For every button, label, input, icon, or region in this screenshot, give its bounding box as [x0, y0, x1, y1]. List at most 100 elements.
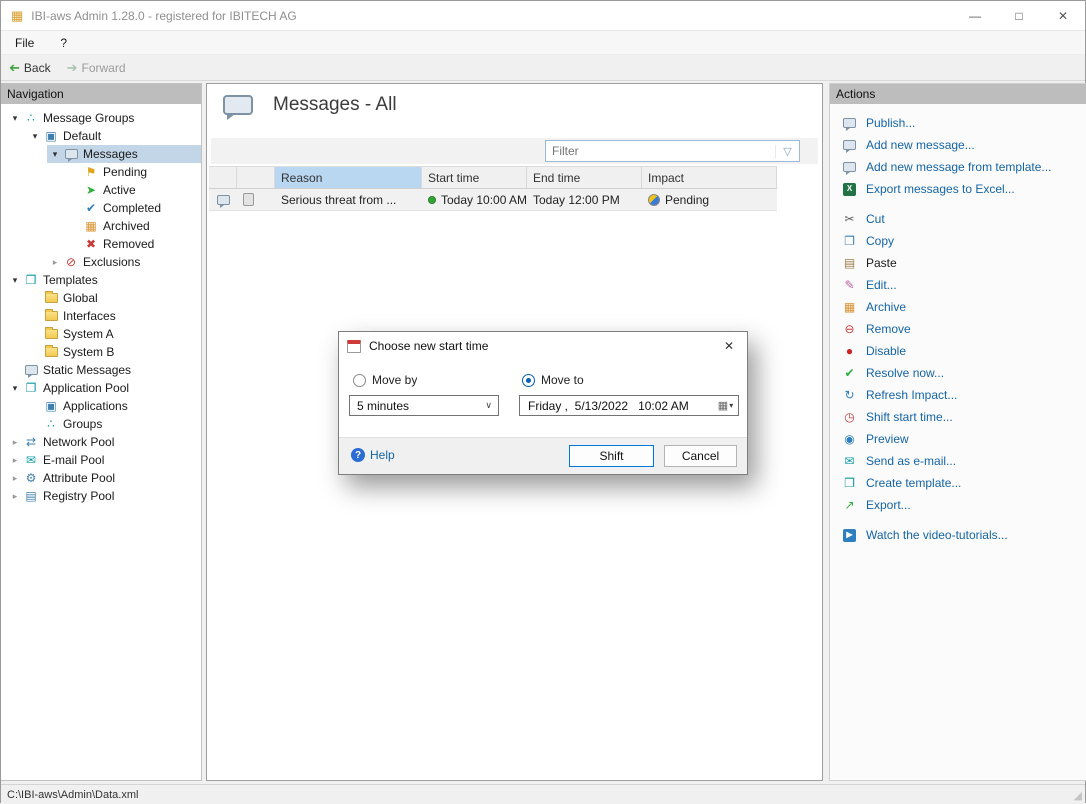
column-header-impact[interactable]: Impact	[642, 167, 777, 188]
tree-item-global[interactable]: Global	[27, 289, 201, 307]
move-by-label: Move by	[372, 373, 417, 387]
actions-group-divider	[830, 516, 1086, 524]
move-by-radio[interactable]: Move by	[353, 373, 417, 387]
tree-item-archived[interactable]: ▦ Archived	[67, 217, 201, 235]
help-link[interactable]: ? Help	[351, 448, 395, 462]
action-resolve-now[interactable]: ✔ Resolve now...	[830, 362, 1086, 384]
tree-item-applications[interactable]: ▣ Applications	[27, 397, 201, 415]
interval-value: 5 minutes	[357, 399, 409, 413]
action-edit[interactable]: ✎ Edit...	[830, 274, 1086, 296]
column-header-note[interactable]	[237, 167, 275, 188]
shift-button[interactable]: Shift	[569, 445, 654, 467]
action-create-template[interactable]: ❒ Create template...	[830, 472, 1086, 494]
chevron-down-icon[interactable]: ▾	[7, 113, 23, 124]
back-label: Back	[24, 61, 51, 75]
filter-icon[interactable]: ▽	[775, 145, 799, 158]
cancel-button[interactable]: Cancel	[664, 445, 737, 467]
action-cut[interactable]: ✂ Cut	[830, 208, 1086, 230]
dialog-close-icon[interactable]: ✕	[711, 332, 747, 360]
navigation-tree: ▾ ∴ Message Groups ▾ ▣ Default ▾ Message…	[1, 104, 201, 505]
column-header-start-time[interactable]: Start time	[422, 167, 527, 188]
tree-item-pending[interactable]: ⚑ Pending	[67, 163, 201, 181]
tree-item-removed[interactable]: ✖ Removed	[67, 235, 201, 253]
paste-icon: ▤	[842, 257, 857, 269]
back-button[interactable]: ➔ Back	[9, 61, 51, 75]
tree-item-application-pool[interactable]: ▾ ❐ Application Pool	[7, 379, 201, 397]
action-remove[interactable]: ⊖ Remove	[830, 318, 1086, 340]
chevron-right-icon[interactable]: ▸	[47, 257, 63, 268]
action-disable[interactable]: ● Disable	[830, 340, 1086, 362]
action-archive[interactable]: ▦ Archive	[830, 296, 1086, 318]
row-end-time: Today 12:00 PM	[527, 189, 642, 210]
network-pool-icon: ⇄	[23, 436, 39, 448]
tree-item-interfaces[interactable]: Interfaces	[27, 307, 201, 325]
excel-icon: X	[843, 183, 856, 196]
action-add-message-from-template[interactable]: Add new message from template...	[830, 156, 1086, 178]
action-export-to-excel[interactable]: X Export messages to Excel...	[830, 178, 1086, 200]
maximize-button[interactable]: □	[997, 1, 1041, 30]
action-preview[interactable]: ◉ Preview	[830, 428, 1086, 450]
menu-help[interactable]: ?	[60, 36, 67, 50]
folder-icon	[45, 293, 58, 303]
tree-item-registry-pool[interactable]: ▸ ▤ Registry Pool	[7, 487, 201, 505]
tree-label: Interfaces	[63, 309, 116, 323]
action-copy[interactable]: ❐ Copy	[830, 230, 1086, 252]
action-send-as-email[interactable]: ✉ Send as e-mail...	[830, 450, 1086, 472]
column-header-type[interactable]	[209, 167, 237, 188]
shift-start-time-dialog: Choose new start time ✕ Move by Move to …	[338, 331, 748, 475]
tree-item-system-b[interactable]: System B	[27, 343, 201, 361]
chevron-down-icon[interactable]: ▾	[7, 275, 23, 286]
tree-item-message-groups[interactable]: ▾ ∴ Message Groups	[7, 109, 201, 127]
tree-item-groups[interactable]: ∴ Groups	[27, 415, 201, 433]
forward-button[interactable]: ➔ Forward	[67, 61, 126, 75]
resolve-icon: ✔	[842, 367, 857, 379]
tree-item-system-a[interactable]: System A	[27, 325, 201, 343]
action-watch-video-tutorials[interactable]: ▶ Watch the video-tutorials...	[830, 524, 1086, 546]
chevron-right-icon[interactable]: ▸	[7, 437, 23, 448]
tree-item-completed[interactable]: ✔ Completed	[67, 199, 201, 217]
tree-item-static-messages[interactable]: Static Messages	[7, 361, 201, 379]
tree-item-exclusions[interactable]: ▸ ⊘ Exclusions	[47, 253, 201, 271]
action-export[interactable]: ↗ Export...	[830, 494, 1086, 516]
radio-unselected-icon[interactable]	[353, 374, 366, 387]
action-shift-start-time[interactable]: ◷ Shift start time...	[830, 406, 1086, 428]
status-dot-icon	[428, 196, 436, 204]
close-button[interactable]: ✕	[1041, 1, 1085, 30]
column-header-end-time[interactable]: End time	[527, 167, 642, 188]
interval-select[interactable]: 5 minutes ∨	[349, 395, 499, 416]
chevron-right-icon[interactable]: ▸	[7, 473, 23, 484]
tree-item-active[interactable]: ➤ Active	[67, 181, 201, 199]
refresh-icon: ↻	[842, 389, 857, 401]
menu-file[interactable]: File	[15, 36, 34, 50]
action-paste[interactable]: ▤ Paste	[830, 252, 1086, 274]
actions-list: Publish... Add new message... Add new me…	[830, 104, 1086, 546]
move-to-radio[interactable]: Move to	[522, 373, 584, 387]
action-label: Cut	[866, 212, 885, 226]
filter-input[interactable]	[546, 144, 775, 158]
chevron-down-icon[interactable]: ▾	[7, 383, 23, 394]
chevron-down-icon[interactable]: ▾	[27, 131, 43, 142]
column-header-reason[interactable]: Reason	[275, 167, 422, 188]
chevron-right-icon[interactable]: ▸	[7, 491, 23, 502]
calendar-dropdown-button[interactable]: ▦ ▾	[713, 396, 738, 415]
chevron-right-icon[interactable]: ▸	[7, 455, 23, 466]
tree-item-network-pool[interactable]: ▸ ⇄ Network Pool	[7, 433, 201, 451]
forward-label: Forward	[82, 61, 126, 75]
date-time-input[interactable]: Friday , 5/13/2022 10:02 AM ▦ ▾	[519, 395, 739, 416]
tree-item-email-pool[interactable]: ▸ ✉ E-mail Pool	[7, 451, 201, 469]
tree-item-messages[interactable]: ▾ Messages	[47, 145, 201, 163]
tree-item-templates[interactable]: ▾ ❒ Templates	[7, 271, 201, 289]
action-publish[interactable]: Publish...	[830, 112, 1086, 134]
action-add-new-message[interactable]: Add new message...	[830, 134, 1086, 156]
template-message-icon	[843, 162, 856, 172]
shift-time-icon: ◷	[842, 411, 857, 423]
chevron-down-icon[interactable]: ▾	[47, 149, 63, 160]
minimize-button[interactable]: —	[953, 1, 997, 30]
resize-grip[interactable]: ◢	[1074, 789, 1082, 802]
tree-item-attribute-pool[interactable]: ▸ ⚙ Attribute Pool	[7, 469, 201, 487]
table-row[interactable]: Serious threat from ... Today 10:00 AM T…	[209, 189, 777, 211]
radio-selected-icon[interactable]	[522, 374, 535, 387]
email-icon: ✉	[842, 455, 857, 467]
tree-item-default[interactable]: ▾ ▣ Default	[27, 127, 201, 145]
action-refresh-impact[interactable]: ↻ Refresh Impact...	[830, 384, 1086, 406]
